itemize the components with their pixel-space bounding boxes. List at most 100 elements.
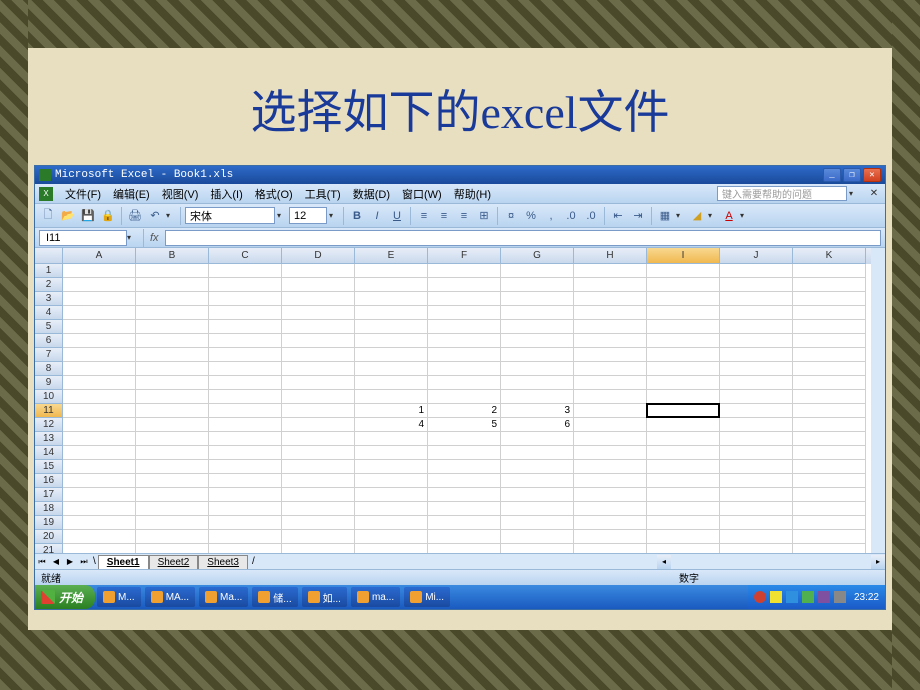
column-header[interactable]: C [209, 248, 282, 264]
cell[interactable] [574, 404, 647, 418]
column-header[interactable]: I [647, 248, 720, 264]
undo-icon[interactable]: ↶ [146, 207, 164, 225]
cell[interactable] [209, 474, 282, 488]
row-header[interactable]: 10 [35, 390, 63, 404]
cell[interactable] [428, 278, 501, 292]
row-header[interactable]: 7 [35, 348, 63, 362]
cell[interactable] [647, 404, 720, 418]
cell[interactable] [136, 390, 209, 404]
cell[interactable] [355, 348, 428, 362]
tray-icon[interactable] [754, 591, 766, 603]
align-left-icon[interactable]: ≡ [415, 207, 433, 225]
cell[interactable] [63, 446, 136, 460]
cell[interactable] [355, 306, 428, 320]
cell[interactable] [209, 264, 282, 278]
tab-nav-last-icon[interactable]: ⏭ [77, 555, 91, 569]
row-header[interactable]: 4 [35, 306, 63, 320]
merge-center-icon[interactable]: ⊞ [475, 207, 493, 225]
cell[interactable] [428, 502, 501, 516]
cell[interactable] [793, 320, 866, 334]
cell[interactable] [63, 334, 136, 348]
cell[interactable] [428, 432, 501, 446]
cell[interactable] [136, 264, 209, 278]
cell[interactable] [647, 334, 720, 348]
cell[interactable] [793, 404, 866, 418]
cell[interactable] [793, 432, 866, 446]
cell[interactable] [793, 488, 866, 502]
cell[interactable] [428, 264, 501, 278]
cell[interactable] [428, 376, 501, 390]
cell[interactable] [793, 334, 866, 348]
cell[interactable] [720, 516, 793, 530]
cell[interactable] [647, 320, 720, 334]
cell[interactable] [209, 348, 282, 362]
cell[interactable] [209, 376, 282, 390]
row-header[interactable]: 17 [35, 488, 63, 502]
cell[interactable] [282, 530, 355, 544]
row-header[interactable]: 8 [35, 362, 63, 376]
excel-icon[interactable]: X [39, 187, 53, 201]
cell[interactable] [63, 320, 136, 334]
row-header[interactable]: 12 [35, 418, 63, 432]
row-header[interactable]: 18 [35, 502, 63, 516]
cell[interactable] [63, 474, 136, 488]
cell[interactable] [793, 460, 866, 474]
fx-icon[interactable]: fx [150, 232, 159, 244]
cell[interactable]: 2 [428, 404, 501, 418]
row-header[interactable]: 3 [35, 292, 63, 306]
cell[interactable] [282, 334, 355, 348]
cell[interactable] [574, 544, 647, 553]
font-size-select[interactable]: 12 [289, 207, 327, 224]
cell[interactable] [720, 418, 793, 432]
cell[interactable] [574, 306, 647, 320]
cell[interactable] [501, 278, 574, 292]
cell[interactable] [793, 530, 866, 544]
cell[interactable] [136, 502, 209, 516]
start-button[interactable]: 开始 [35, 585, 95, 609]
cell[interactable] [355, 278, 428, 292]
cell[interactable] [501, 432, 574, 446]
titlebar[interactable]: Microsoft Excel - Book1.xls _ ❐ ✕ [35, 166, 885, 184]
scroll-left-icon[interactable]: ◂ [657, 555, 671, 569]
cell[interactable] [720, 348, 793, 362]
tray-icon[interactable] [770, 591, 782, 603]
cell[interactable] [574, 362, 647, 376]
column-header[interactable]: A [63, 248, 136, 264]
fill-dropdown-icon[interactable]: ▾ [708, 211, 718, 220]
tray-icon[interactable] [802, 591, 814, 603]
cell[interactable] [209, 502, 282, 516]
cell[interactable] [647, 460, 720, 474]
column-header[interactable]: B [136, 248, 209, 264]
cell[interactable] [574, 460, 647, 474]
increase-decimal-icon[interactable]: .0 [562, 207, 580, 225]
cell[interactable] [355, 320, 428, 334]
cell[interactable] [647, 446, 720, 460]
taskbar-clock[interactable]: 23:22 [854, 592, 879, 603]
tab-nav-next-icon[interactable]: ▶ [63, 555, 77, 569]
cell[interactable] [574, 390, 647, 404]
row-header[interactable]: 5 [35, 320, 63, 334]
new-icon[interactable]: 🗋 [39, 207, 57, 225]
tray-volume-icon[interactable] [834, 591, 846, 603]
cell[interactable]: 1 [355, 404, 428, 418]
cell[interactable] [501, 320, 574, 334]
horizontal-scrollbar[interactable]: ◂ ▸ [259, 555, 885, 569]
cell[interactable] [647, 390, 720, 404]
cell[interactable] [355, 530, 428, 544]
cell[interactable] [63, 376, 136, 390]
cell[interactable] [574, 334, 647, 348]
cell[interactable] [355, 502, 428, 516]
row-header[interactable]: 20 [35, 530, 63, 544]
cell[interactable] [501, 306, 574, 320]
cell[interactable] [282, 544, 355, 553]
taskbar-item[interactable]: ma... [351, 587, 400, 607]
tray-icon[interactable] [786, 591, 798, 603]
taskbar-item[interactable]: Mi... [404, 587, 450, 607]
cell[interactable] [355, 376, 428, 390]
cell[interactable] [282, 390, 355, 404]
system-tray[interactable]: 23:22 [748, 585, 885, 609]
cell[interactable] [63, 418, 136, 432]
cell[interactable] [136, 418, 209, 432]
cell[interactable] [647, 348, 720, 362]
cell[interactable] [428, 348, 501, 362]
